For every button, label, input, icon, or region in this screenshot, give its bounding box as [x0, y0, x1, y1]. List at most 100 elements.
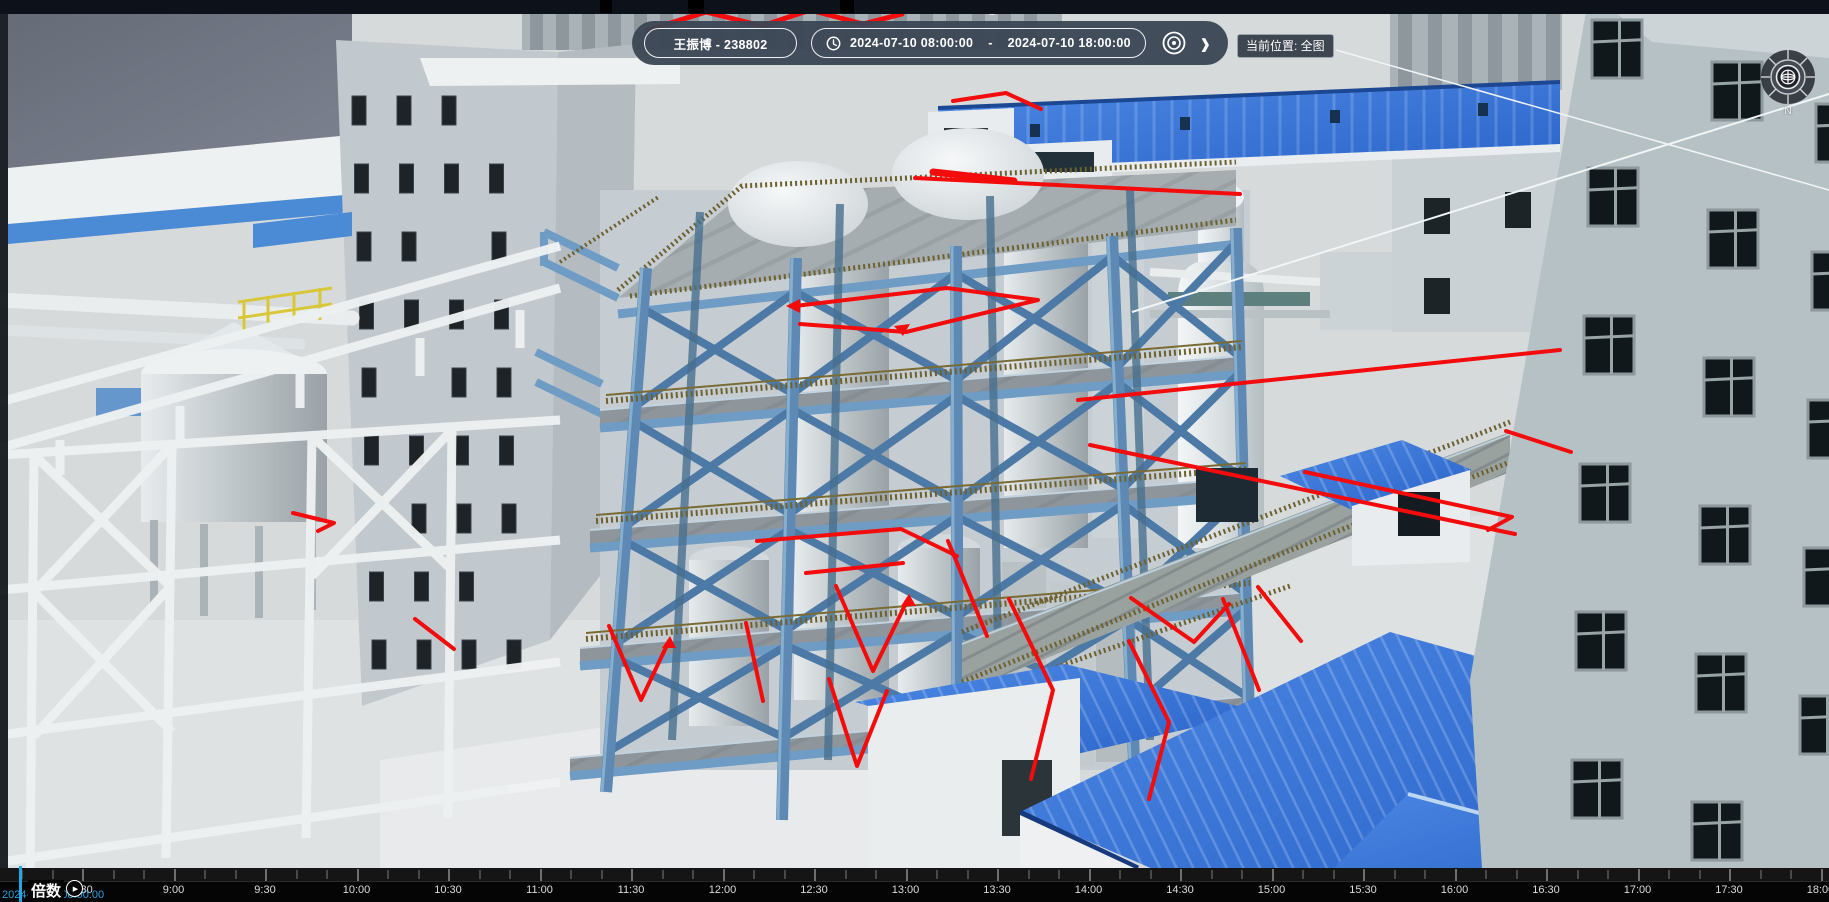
timeline-minor-tick: [1668, 870, 1670, 879]
timeline-label: 14:30: [1166, 884, 1194, 896]
app-window: 王振博 - 238802 2024-07-10 08:00:00 - 2024-…: [0, 0, 1829, 902]
timeline-minor-tick: [1211, 870, 1213, 879]
timeline-label: 14:00: [1075, 884, 1103, 896]
timeline-label: 12:00: [709, 884, 737, 896]
timeline-minor-tick: [875, 870, 877, 879]
target-locate-icon[interactable]: [1160, 28, 1189, 58]
timeline-major-tick: [1455, 869, 1457, 881]
timeline-minor-tick: [601, 870, 603, 879]
timeline-major-tick: [82, 869, 84, 881]
timeline-label: 17:30: [1715, 884, 1743, 896]
timeline-major-tick: [540, 869, 542, 881]
timeline-minor-tick: [1302, 870, 1304, 879]
time-end: 2024-07-10 18:00:00: [1008, 36, 1131, 50]
timeline-label: 13:00: [892, 884, 920, 896]
timeline-minor-tick: [1699, 870, 1701, 879]
timeline-minor-tick: [1028, 870, 1030, 879]
timeline-major-tick: [1180, 869, 1182, 881]
timeline-major-tick: [723, 869, 725, 881]
timeline-minor-tick: [52, 870, 54, 879]
time-separator: -: [982, 36, 998, 50]
timeline-minor-tick: [387, 870, 389, 879]
chevron-right-icon[interactable]: ›: [1199, 27, 1212, 60]
timeline-major-tick: [1363, 869, 1365, 881]
timeline-minor-tick: [113, 870, 115, 879]
timeline-minor-tick: [845, 870, 847, 879]
timeline-bar: 8:309:009:3010:0010:3011:0011:3012:0012:…: [0, 868, 1829, 902]
timeline-label: 10:00: [343, 884, 371, 896]
timeline-major-tick: [174, 869, 176, 881]
timeline-tickstrip[interactable]: [0, 868, 1829, 882]
timeline-minor-tick: [1394, 870, 1396, 879]
timeline-label: 9:00: [163, 884, 184, 896]
timeline-minor-tick: [143, 870, 145, 879]
timeline-minor-tick: [784, 870, 786, 879]
timeline-major-tick: [1821, 869, 1823, 881]
timeline-major-tick: [1089, 869, 1091, 881]
timeline-minor-tick: [967, 870, 969, 879]
timeline-minor-tick: [1150, 870, 1152, 879]
timeline-minor-tick: [570, 870, 572, 879]
timeline-major-tick: [906, 869, 908, 881]
timeline-major-tick: [265, 869, 267, 881]
timeline-minor-tick: [1607, 870, 1609, 879]
timeline-minor-tick: [1241, 870, 1243, 879]
timeline-label: 17:00: [1624, 884, 1652, 896]
timeline-label: 12:30: [800, 884, 828, 896]
timeline-minor-tick: [509, 870, 511, 879]
timeline-major-tick: [357, 869, 359, 881]
timeline-minor-tick: [1577, 870, 1579, 879]
timeline-major-tick: [1729, 869, 1731, 881]
timeline-minor-tick: [1119, 870, 1121, 879]
timeline-minor-tick: [1516, 870, 1518, 879]
timeline-minor-tick: [418, 870, 420, 879]
timeline-label: 16:00: [1441, 884, 1469, 896]
compass-rose-icon: [1757, 46, 1819, 108]
time-range-selector[interactable]: 2024-07-10 08:00:00 - 2024-07-10 18:00:0…: [811, 28, 1146, 58]
locate-glyph: [1161, 30, 1187, 56]
timeline-label: 16:30: [1532, 884, 1560, 896]
timeline-minor-tick: [936, 870, 938, 879]
timeline-minor-tick: [235, 870, 237, 879]
timeline-major-tick: [814, 869, 816, 881]
timeline-minor-tick: [692, 870, 694, 879]
timeline-major-tick: [631, 869, 633, 881]
current-location-badge: 当前位置: 全图: [1237, 34, 1334, 58]
compass-north-label: N: [1757, 106, 1819, 117]
factory-3d-viewport[interactable]: [0, 0, 1829, 902]
timeline-major-tick: [1638, 869, 1640, 881]
timeline-label: 15:00: [1258, 884, 1286, 896]
timeline-minor-tick: [1424, 870, 1426, 879]
timeline-label: 15:30: [1349, 884, 1377, 896]
timeline-playhead[interactable]: [19, 866, 22, 902]
play-icon[interactable]: ▶: [66, 880, 83, 897]
playback-speed-selector[interactable]: 倍数: [28, 880, 64, 901]
timeline-major-tick: [997, 869, 999, 881]
timeline-minor-tick: [326, 870, 328, 879]
timeline-label: 18:00: [1807, 884, 1829, 896]
timeline-minor-tick: [1760, 870, 1762, 879]
timeline-minor-tick: [479, 870, 481, 879]
timeline-minor-tick: [296, 870, 298, 879]
timeline-minor-tick: [1790, 870, 1792, 879]
timeline-major-tick: [1272, 869, 1274, 881]
timeline-minor-tick: [1485, 870, 1487, 879]
clock-icon: [826, 36, 841, 51]
timeline-label: 9:30: [254, 884, 275, 896]
timeline-minor-tick: [1333, 870, 1335, 879]
time-start: 2024-07-10 08:00:00: [850, 36, 973, 50]
tracking-toolbar: 王振博 - 238802 2024-07-10 08:00:00 - 2024-…: [632, 21, 1228, 65]
timeline-major-tick: [448, 869, 450, 881]
timeline-label: 11:30: [618, 884, 645, 896]
timeline-minor-tick: [753, 870, 755, 879]
timeline-major-tick: [1546, 869, 1548, 881]
timeline-label: 13:30: [983, 884, 1011, 896]
timeline-minor-tick: [662, 870, 664, 879]
timeline-label: 10:30: [434, 884, 462, 896]
timeline-minor-tick: [204, 870, 206, 879]
person-selector[interactable]: 王振博 - 238802: [644, 28, 797, 58]
person-label: 王振博 - 238802: [674, 34, 768, 53]
compass-gizmo[interactable]: N: [1757, 46, 1819, 120]
timeline-minor-tick: [1058, 870, 1060, 879]
timeline-label: 11:00: [526, 884, 553, 896]
